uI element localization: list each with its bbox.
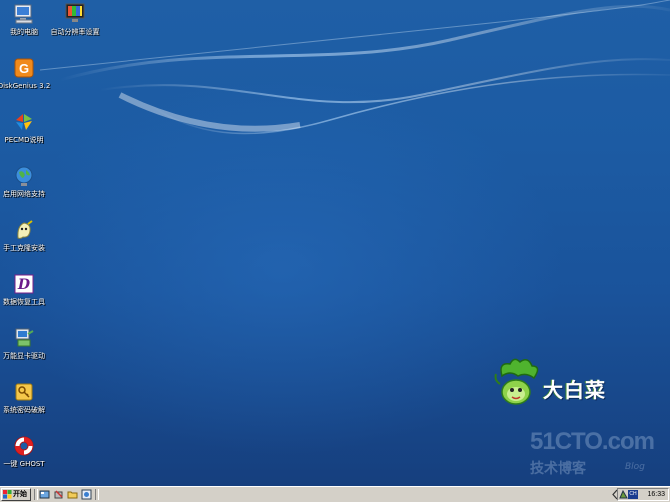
start-label: 开始	[13, 491, 27, 498]
taskbar-separator	[34, 489, 38, 500]
desktop-icon-label: 数据恢复工具	[3, 298, 45, 306]
lifebuoy-icon	[14, 436, 34, 456]
desktop: 我的电脑 自动分辨率设置 G DiskGenius 3.2 PECMD说明 启用…	[0, 0, 670, 486]
pecmd-icon	[16, 114, 32, 130]
ghost-clone-icon	[17, 220, 33, 239]
desktop-icon-password-crack[interactable]: 系统密码破解	[0, 380, 51, 415]
desktop-icon-label: 启用网络支持	[3, 190, 45, 198]
watermark-tag: Blog	[625, 462, 645, 472]
display-driver-icon	[15, 328, 34, 347]
watermark-sub: 技术博客	[530, 461, 586, 477]
windows-flag-icon	[3, 490, 12, 499]
password-key-icon	[15, 383, 33, 401]
system-tray: CH 16:33	[617, 488, 669, 501]
data-recovery-icon: D	[14, 274, 34, 294]
desktop-icon-label: 一键 GHOST	[3, 460, 45, 468]
desktop-icon-pecmd[interactable]: PECMD说明	[0, 110, 51, 145]
tray-network-icon[interactable]	[619, 490, 628, 499]
watermark-site: 51CTO.com	[530, 428, 655, 455]
desktop-icon-label: 万能显卡驱动	[3, 352, 45, 360]
resolution-icon	[65, 3, 85, 22]
site-watermark: 51CTO.com 技术博客 Blog	[530, 428, 660, 480]
network-globe-icon	[15, 166, 33, 186]
desktop-icon-my-computer[interactable]: 我的电脑	[0, 2, 51, 37]
desktop-icon-network[interactable]: 启用网络支持	[0, 164, 51, 199]
desktop-icon-label: 系统密码破解	[3, 406, 45, 414]
taskbar: 开始 CH 16:33	[0, 486, 670, 502]
folder-icon[interactable]	[67, 489, 78, 500]
language-indicator[interactable]: CH	[628, 490, 638, 499]
desktop-icon-data-recovery[interactable]: D 数据恢复工具	[0, 272, 51, 307]
desktop-icon-label: 我的电脑	[10, 28, 38, 36]
my-computer-icon	[14, 4, 33, 24]
taskbar-separator	[95, 489, 99, 500]
show-desktop-icon[interactable]	[39, 489, 50, 500]
svg-text:G: G	[19, 61, 29, 76]
desktop-icon-label: 自动分辨率设置	[50, 28, 100, 36]
quick-launch-app-icon[interactable]	[81, 489, 92, 500]
desktop-icon-one-key-ghost[interactable]: 一键 GHOST	[0, 434, 51, 469]
desktop-icon-ghost-clone[interactable]: 手工克隆安装	[0, 218, 51, 253]
svg-text:D: D	[17, 277, 31, 293]
desktop-icon-resolution[interactable]: 自动分辨率设置	[48, 2, 102, 37]
desktop-icon-label: PECMD说明	[4, 136, 44, 144]
quick-launch-tool-icon[interactable]	[53, 489, 64, 500]
desktop-icon-label: DiskGenius 3.2	[0, 82, 51, 90]
desktop-icon-label: 手工克隆安装	[3, 244, 45, 252]
desktop-icon-diskgenius[interactable]: G DiskGenius 3.2	[0, 56, 51, 91]
diskgenius-icon: G	[14, 58, 34, 78]
logo-text: 大白菜	[543, 378, 606, 402]
start-button[interactable]: 开始	[1, 488, 31, 501]
clock[interactable]: 16:33	[647, 489, 665, 500]
dabaicai-logo: 大白菜	[490, 354, 630, 414]
desktop-icon-display-driver[interactable]: 万能显卡驱动	[0, 326, 51, 361]
cabbage-mascot-icon	[494, 358, 539, 405]
